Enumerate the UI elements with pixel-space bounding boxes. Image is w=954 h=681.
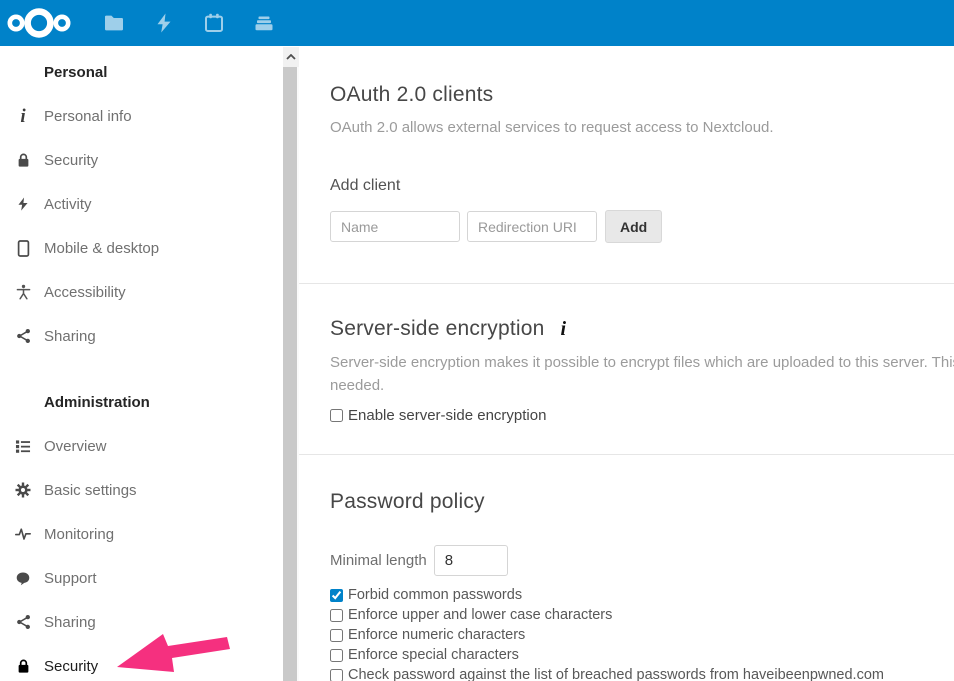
lock-icon (15, 151, 31, 169)
sidebar-scrollbar (283, 47, 299, 681)
scrollbar-thumb[interactable] (283, 67, 297, 681)
encryption-section: Server-side encryption i Server-side enc… (299, 284, 954, 455)
password-policy-section: Password policy Minimal length Forbid co… (299, 455, 954, 681)
client-name-input[interactable] (330, 211, 460, 242)
enforce-upper-lower-checkbox[interactable] (330, 609, 343, 622)
enable-encryption-checkbox[interactable] (330, 409, 343, 422)
password-policy-options: Forbid common passwords Enforce upper an… (330, 585, 954, 681)
share-icon (15, 613, 31, 631)
nextcloud-logo[interactable] (0, 0, 78, 46)
chevron-up-icon (286, 54, 296, 60)
info-icon: i (15, 107, 31, 125)
deck-stack-icon[interactable] (239, 0, 289, 46)
speech-bubble-icon (15, 569, 31, 587)
lock-icon (15, 657, 31, 675)
enforce-special-label: Enforce special characters (348, 647, 519, 663)
add-client-heading: Add client (330, 177, 954, 195)
app-nav (89, 0, 289, 46)
sidebar-item-overview[interactable]: Overview (0, 424, 283, 468)
check-hibp-checkbox[interactable] (330, 669, 343, 681)
calendar-icon[interactable] (189, 0, 239, 46)
redirection-uri-input[interactable] (467, 211, 597, 242)
sidebar-item-accessibility[interactable]: Accessibility (0, 270, 283, 314)
pulse-icon (15, 525, 31, 543)
forbid-common-passwords-checkbox[interactable] (330, 589, 343, 602)
oauth-description: OAuth 2.0 allows external services to re… (330, 119, 954, 136)
nextcloud-settings-page: Personal i Personal info Security Activi… (0, 0, 954, 681)
sidebar-item-personal-info[interactable]: i Personal info (0, 94, 283, 138)
enforce-numeric-label: Enforce numeric characters (348, 627, 525, 643)
section-header-personal: Personal (0, 50, 283, 94)
app-header (0, 0, 954, 46)
encryption-description-line1: Server-side encryption makes it possible… (330, 354, 954, 371)
sidebar-item-security-admin-active[interactable]: Security (0, 644, 283, 681)
scroll-up-button[interactable] (283, 47, 299, 67)
add-client-form: Add (330, 210, 954, 243)
minimal-length-label: Minimal length (330, 552, 427, 569)
check-hibp-label: Check password against the list of breac… (348, 667, 884, 681)
enforce-special-checkbox[interactable] (330, 649, 343, 662)
sidebar-item-basic-settings[interactable]: Basic settings (0, 468, 283, 512)
phone-icon (15, 239, 31, 257)
encryption-description-line2: needed. (330, 377, 954, 394)
oauth-section: OAuth 2.0 clients OAuth 2.0 allows exter… (299, 46, 954, 284)
nextcloud-logo-icon (7, 6, 71, 40)
sidebar-item-security-personal[interactable]: Security (0, 138, 283, 182)
info-icon[interactable]: i (561, 318, 567, 341)
oauth-title: OAuth 2.0 clients (330, 83, 954, 107)
settings-sidebar: Personal i Personal info Security Activi… (0, 46, 283, 681)
gear-icon (15, 481, 31, 499)
sidebar-item-sharing-personal[interactable]: Sharing (0, 314, 283, 358)
bolt-icon (15, 195, 31, 213)
sidebar-item-activity[interactable]: Activity (0, 182, 283, 226)
sidebar-item-support[interactable]: Support (0, 556, 283, 600)
forbid-common-passwords-label: Forbid common passwords (348, 587, 522, 603)
section-header-administration: Administration (0, 380, 283, 424)
sidebar-item-mobile-desktop[interactable]: Mobile & desktop (0, 226, 283, 270)
encryption-title: Server-side encryption (330, 317, 545, 341)
enforce-numeric-checkbox[interactable] (330, 629, 343, 642)
enable-encryption-label: Enable server-side encryption (348, 407, 546, 424)
sidebar-item-monitoring[interactable]: Monitoring (0, 512, 283, 556)
minimal-length-input[interactable] (434, 545, 508, 576)
sidebar-item-sharing-admin[interactable]: Sharing (0, 600, 283, 644)
share-icon (15, 327, 31, 345)
accessibility-icon (15, 283, 31, 301)
activity-bolt-icon[interactable] (139, 0, 189, 46)
enforce-upper-lower-label: Enforce upper and lower case characters (348, 607, 612, 623)
password-policy-title: Password policy (330, 490, 954, 514)
files-folder-icon[interactable] (89, 0, 139, 46)
overview-list-icon (15, 437, 31, 455)
security-settings-content: OAuth 2.0 clients OAuth 2.0 allows exter… (299, 46, 954, 681)
add-client-button[interactable]: Add (605, 210, 662, 243)
